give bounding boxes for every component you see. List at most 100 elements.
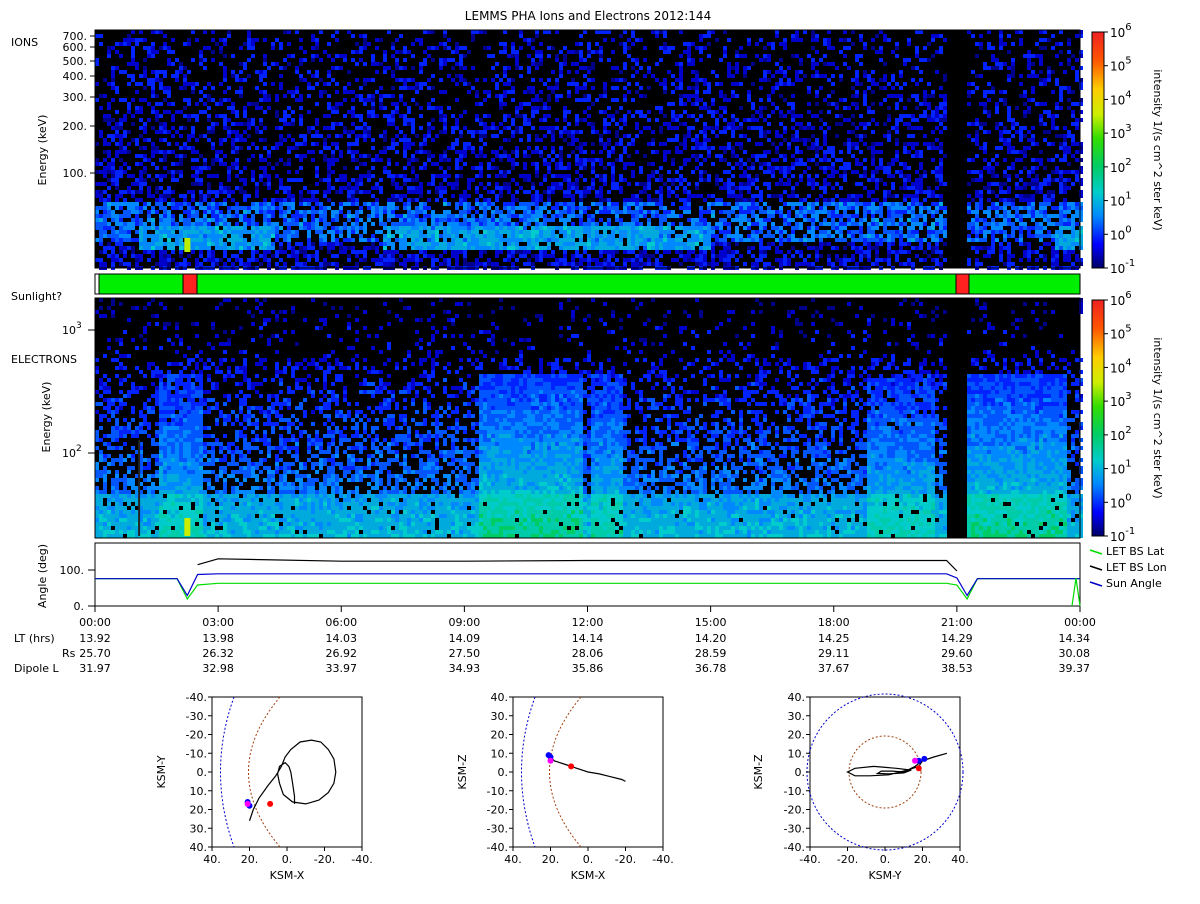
colorbar-tick-label: 106	[1110, 290, 1132, 308]
electrons-yaxis: 103 102	[62, 321, 95, 460]
table-cell: 36.78	[695, 662, 727, 675]
orbit-y-tick: -10.	[186, 747, 207, 760]
orbit-xlabel: KSM-X	[270, 869, 305, 882]
electrons-ylabel: Energy (keV)	[40, 382, 53, 453]
orbit-x-tick: 20.	[914, 853, 932, 866]
table-cell: 14.20	[695, 632, 727, 645]
table-cell: 13.92	[79, 632, 111, 645]
orbit-y-tick: 40.	[190, 841, 208, 854]
ions-tick-label: 500.	[63, 55, 88, 68]
time-tick-label: 00:00	[1064, 616, 1096, 629]
colorbar-label: intensity 1/(s cm^2 ster keV)	[1151, 337, 1164, 498]
orbit-y-tick: 40.	[491, 691, 509, 704]
colorbar-tick-label: 104	[1110, 357, 1132, 375]
orbit-y-tick: -10.	[487, 785, 508, 798]
orbit-marker	[547, 757, 554, 764]
orbit-plots: 40. 20. 0. -20. -40.-40.-30.-20.-10.0.10.20.…	[155, 691, 969, 882]
table-cell: 26.32	[202, 647, 234, 660]
colorbar-tick-label: 102	[1110, 157, 1132, 175]
table-cell: 14.14	[572, 632, 604, 645]
table-cell: 29.11	[818, 647, 850, 660]
orbit-plot-2: 40. 20. 0. -20. -40.40.30.20.10.0.-10.-20.-3…	[456, 691, 674, 882]
orbit-x-tick: -40.	[799, 853, 820, 866]
orbit-y-tick: 20.	[491, 729, 509, 742]
orbit-plot-3: -40. -20. 0. 20. 40. 40. 30. 20. 10. 0. -10. -20. -3…	[752, 691, 969, 882]
figure-title: LEMMS PHA Ions and Electrons 2012:144	[465, 9, 711, 23]
orbit-y-tick: 0.	[197, 766, 208, 779]
orbit-y-tick: 10.	[788, 747, 806, 760]
time-tick-label: 06:00	[325, 616, 357, 629]
ions-tick-label: 200.	[63, 120, 88, 133]
orbit-x-tick: -20.	[837, 853, 858, 866]
colorbar-tick-label: 103	[1110, 391, 1132, 409]
orbit-y-tick: -40.	[784, 841, 805, 854]
orbit-x-tick: 0.	[583, 853, 594, 866]
colorbar-tick-label: 101	[1110, 191, 1132, 209]
orbit-y-tick: -20.	[784, 804, 805, 817]
orbit-y-tick: 0.	[795, 766, 806, 779]
colorbar-electrons: 106 105 104 103 102 101 100 10-1 intensity 1/(s…	[1091, 290, 1164, 544]
time-tick-label: 03:00	[202, 616, 234, 629]
orbit-y-tick: -30.	[487, 822, 508, 835]
ions-ylabel: Energy (keV)	[36, 115, 49, 186]
table-cell: 29.60	[941, 647, 973, 660]
legend-entry: LET BS Lat	[1106, 545, 1165, 558]
angle-panel: 100. 0.	[60, 542, 1081, 613]
colorbar-label: intensity 1/(s cm^2 ster keV)	[1151, 69, 1164, 230]
sunlight-bar	[94, 273, 1081, 295]
orbit-y-tick: -20.	[487, 804, 508, 817]
legend-entry: Sun Angle	[1106, 577, 1162, 590]
table-cell: 28.59	[695, 647, 727, 660]
time-tick-label: 15:00	[695, 616, 727, 629]
orbit-marker	[921, 755, 928, 762]
orbit-x-tick: 40.	[203, 853, 221, 866]
table-cell: 14.25	[818, 632, 850, 645]
table-cell: 37.67	[818, 662, 850, 675]
ions-tick-label: 600.	[63, 41, 88, 54]
colorbar-tick-label: 10-1	[1110, 258, 1135, 276]
table-cell: 38.53	[941, 662, 973, 675]
orbit-x-tick: 20.	[241, 853, 259, 866]
orbit-y-tick: 0.	[498, 766, 509, 779]
ions-label: IONS	[11, 36, 38, 49]
orbit-y-tick: 20.	[190, 804, 208, 817]
orbit-x-tick: 0.	[880, 853, 891, 866]
orbit-x-tick: -40.	[652, 853, 673, 866]
orbit-ylabel: KSM-Y	[155, 755, 168, 788]
orbit-y-tick: 40.	[788, 691, 806, 704]
angle-tick-label: 100.	[60, 564, 85, 577]
orbit-y-tick: 10.	[190, 785, 208, 798]
orbit-marker	[244, 800, 251, 807]
electrons-label: ELECTRONS	[11, 353, 77, 366]
time-tick-label: 21:00	[941, 616, 973, 629]
table-cell: 14.09	[449, 632, 481, 645]
colorbar-tick-label: 105	[1110, 324, 1132, 342]
orbit-marker	[912, 757, 918, 764]
orbit-xlabel: KSM-Y	[868, 869, 901, 882]
time-tick-label: 18:00	[818, 616, 850, 629]
table-cell: 14.34	[1059, 632, 1091, 645]
orbit-x-tick: 40.	[951, 853, 969, 866]
orbit-x-tick: 40.	[504, 853, 522, 866]
table-cell: 28.06	[572, 647, 604, 660]
orbit-y-tick: -10.	[784, 785, 805, 798]
shadow-interval	[182, 273, 198, 295]
table-row-label: Dipole L	[14, 662, 60, 675]
orbit-ylabel: KSM-Z	[456, 754, 469, 790]
colorbar-tick-label: 103	[1110, 123, 1132, 141]
orbit-ylabel: KSM-Z	[752, 754, 765, 790]
orbit-plot-1: 40. 20. 0. -20. -40. -40. -30. -20. -10. 0. 10. 20.…	[155, 691, 373, 882]
orbit-xlabel: KSM-X	[571, 869, 606, 882]
table-cell: 34.93	[449, 662, 481, 675]
ions-yaxis: 700. 600. 500. 400. 300. 200. 100.	[63, 30, 95, 180]
table-cell: 14.03	[326, 632, 358, 645]
table-cell: 25.70	[79, 647, 111, 660]
orbit-y-tick: 10.	[491, 747, 509, 760]
ions-tick-label: 300.	[63, 91, 88, 104]
table-cell: 14.29	[941, 632, 973, 645]
table-cell: 31.97	[79, 662, 111, 675]
orbit-marker	[568, 763, 575, 770]
table-cell: 33.97	[326, 662, 358, 675]
table-row-label: LT (hrs)	[14, 632, 55, 645]
orbit-x-tick: 0.	[282, 853, 293, 866]
